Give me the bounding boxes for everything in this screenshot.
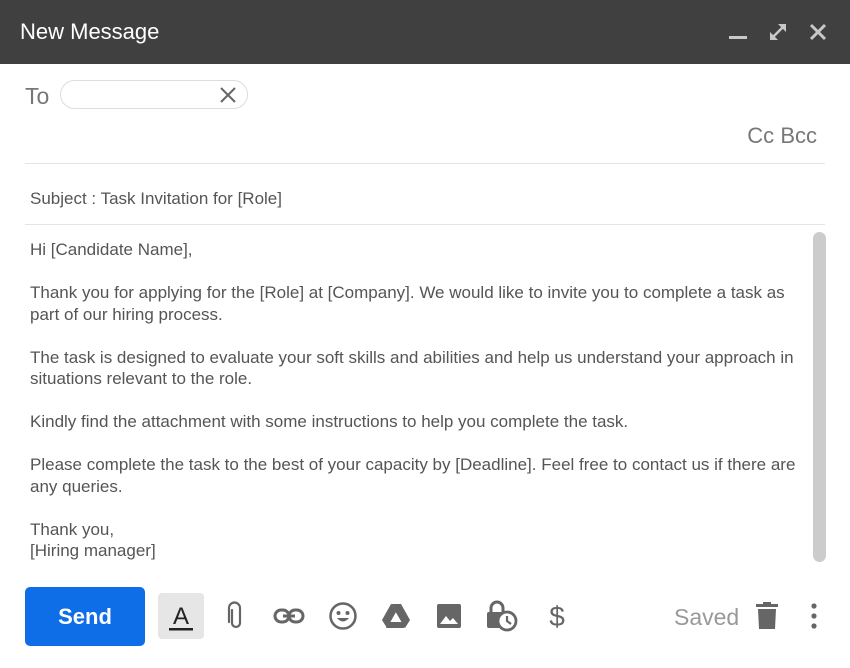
- body-paragraph: Kindly find the attachment with some ins…: [30, 412, 629, 431]
- to-input[interactable]: [73, 84, 217, 107]
- emoji-icon[interactable]: [326, 599, 360, 633]
- subject-field[interactable]: Subject : Task Invitation for [Role]: [30, 189, 282, 209]
- divider: [25, 224, 825, 225]
- body-paragraph: Please complete the task to the best of …: [30, 455, 796, 496]
- confidential-mode-icon[interactable]: [485, 599, 519, 633]
- cc-bcc-links: Cc Bcc: [747, 123, 817, 149]
- clear-recipient-icon[interactable]: [218, 85, 238, 105]
- send-button[interactable]: Send: [25, 587, 145, 646]
- insert-link-icon[interactable]: [272, 599, 306, 633]
- window-title: New Message: [20, 19, 160, 44]
- bcc-link[interactable]: Bcc: [780, 123, 817, 148]
- closing-line: Thank you,: [30, 519, 115, 539]
- send-money-icon[interactable]: $: [540, 599, 574, 633]
- minimize-icon[interactable]: [726, 20, 750, 44]
- cc-link[interactable]: Cc: [747, 123, 774, 148]
- expand-icon[interactable]: [766, 20, 790, 44]
- compose-header: New Message: [0, 0, 850, 64]
- more-options-icon[interactable]: [797, 599, 831, 633]
- save-status: Saved: [674, 604, 740, 630]
- google-drive-icon[interactable]: [379, 599, 413, 633]
- discard-draft-icon[interactable]: [750, 599, 784, 633]
- insert-photo-icon[interactable]: [432, 599, 466, 633]
- body-paragraph: The task is designed to evaluate your so…: [30, 347, 794, 389]
- to-label: To: [25, 83, 50, 109]
- body-scrollbar[interactable]: [813, 232, 826, 562]
- svg-text:$: $: [549, 601, 565, 632]
- body-paragraph: Hi [Candidate Name],: [30, 240, 193, 259]
- formatting-options-button[interactable]: A: [158, 593, 204, 639]
- divider: [25, 163, 825, 164]
- signature-line: [Hiring manager]: [30, 541, 156, 560]
- svg-text:A: A: [173, 603, 189, 630]
- body-paragraph: Thank you for applying for the [Role] at…: [30, 283, 785, 324]
- attach-file-icon[interactable]: [219, 599, 253, 633]
- body-closing: Thank you, [Hiring manager]: [30, 519, 800, 562]
- close-icon[interactable]: [806, 20, 830, 44]
- message-body[interactable]: Hi [Candidate Name], Thank you for apply…: [30, 239, 800, 562]
